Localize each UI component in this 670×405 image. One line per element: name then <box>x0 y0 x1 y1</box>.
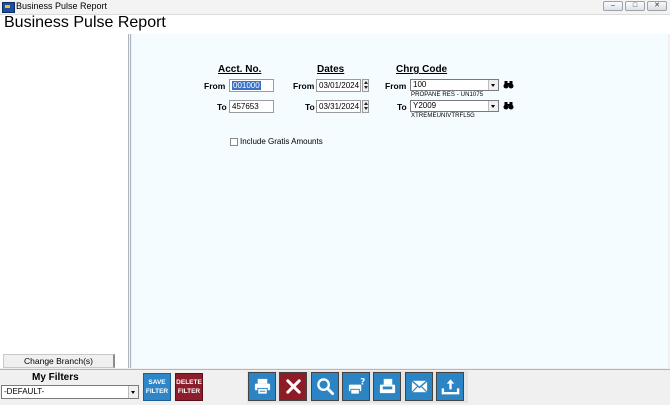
chrg-from-description: PROPANE RES - UN1075 <box>411 92 484 98</box>
save-filter-line2: FILTER <box>145 388 169 395</box>
print-preview-button[interactable]: ? <box>342 372 370 401</box>
email-button[interactable] <box>405 372 433 401</box>
date-from-input[interactable]: 03/01/2024 <box>316 79 361 92</box>
panel-divider <box>130 34 131 368</box>
chrg-from-label: From <box>385 81 407 91</box>
chrg-from-select[interactable]: 100 <box>410 79 499 91</box>
printer-icon <box>254 378 271 395</box>
delete-filter-button[interactable]: DELETE FILTER <box>175 373 203 401</box>
print-preview-icon: ? <box>348 378 365 395</box>
binoculars-icon[interactable] <box>503 101 514 110</box>
page-header: Business Pulse Report <box>0 14 670 34</box>
acct-from-value: 001000 <box>232 81 261 90</box>
dates-header: Dates <box>317 64 345 75</box>
window-title: Business Pulse Report <box>16 1 108 11</box>
svg-text:?: ? <box>360 378 365 388</box>
chrg-code-header: Chrg Code <box>396 64 448 75</box>
close-button[interactable]: ✕ <box>647 1 667 11</box>
print-button[interactable] <box>248 372 276 401</box>
chrg-to-description: XTREMEUNIVTRFL5G <box>411 113 475 119</box>
email-icon <box>411 380 428 393</box>
my-filters-title: My Filters <box>32 372 79 383</box>
delete-filter-line2: FILTER <box>177 388 201 395</box>
include-gratis-checkbox[interactable] <box>230 138 238 146</box>
maximize-button[interactable]: □ <box>625 1 645 11</box>
acct-no-header: Acct. No. <box>218 64 262 75</box>
chevron-down-icon[interactable] <box>488 101 498 111</box>
save-filter-line1: SAVE <box>148 379 166 386</box>
filter-select[interactable]: -DEFAULT- <box>1 385 139 399</box>
chevron-down-icon[interactable] <box>488 80 498 90</box>
export-icon <box>441 379 460 395</box>
page-title: Business Pulse Report <box>4 14 166 31</box>
save-filter-button[interactable]: SAVE FILTER <box>143 373 171 401</box>
chrg-to-label: To <box>397 102 407 112</box>
chevron-down-icon[interactable] <box>128 386 138 398</box>
search-button[interactable] <box>311 372 339 401</box>
chrg-from-value: 100 <box>413 80 427 89</box>
chrg-to-select[interactable]: Y2009 <box>410 100 499 112</box>
acct-to-input[interactable]: 457653 <box>229 100 274 113</box>
acct-from-label: From <box>204 81 226 91</box>
divider <box>0 369 670 370</box>
search-icon <box>317 378 335 396</box>
acct-to-label: To <box>217 102 227 112</box>
cancel-icon <box>286 379 301 394</box>
minimize-button[interactable]: – <box>603 1 623 11</box>
app-icon <box>2 2 15 13</box>
binoculars-icon[interactable] <box>503 80 514 89</box>
date-from-spinner[interactable] <box>362 79 369 92</box>
chrg-to-value: Y2009 <box>413 101 437 110</box>
fax-button[interactable] <box>373 372 401 401</box>
change-branch-button[interactable]: Change Branch(s) <box>3 354 115 368</box>
branch-list-panel[interactable] <box>0 34 129 368</box>
fax-icon <box>379 378 396 394</box>
filter-selected-value: -DEFAULT- <box>4 387 45 396</box>
date-to-label: To <box>305 102 315 112</box>
delete-filter-line1: DELETE <box>176 379 202 386</box>
date-to-spinner[interactable] <box>362 100 369 113</box>
date-from-label: From <box>293 81 315 91</box>
acct-from-input[interactable]: 001000 <box>229 79 274 92</box>
export-button[interactable] <box>436 372 464 401</box>
title-bar: Business Pulse Report – □ ✕ <box>0 0 670 15</box>
date-to-input[interactable]: 03/31/2024 <box>316 100 361 113</box>
cancel-button[interactable] <box>279 372 307 401</box>
include-gratis-label: Include Gratis Amounts <box>240 137 323 146</box>
